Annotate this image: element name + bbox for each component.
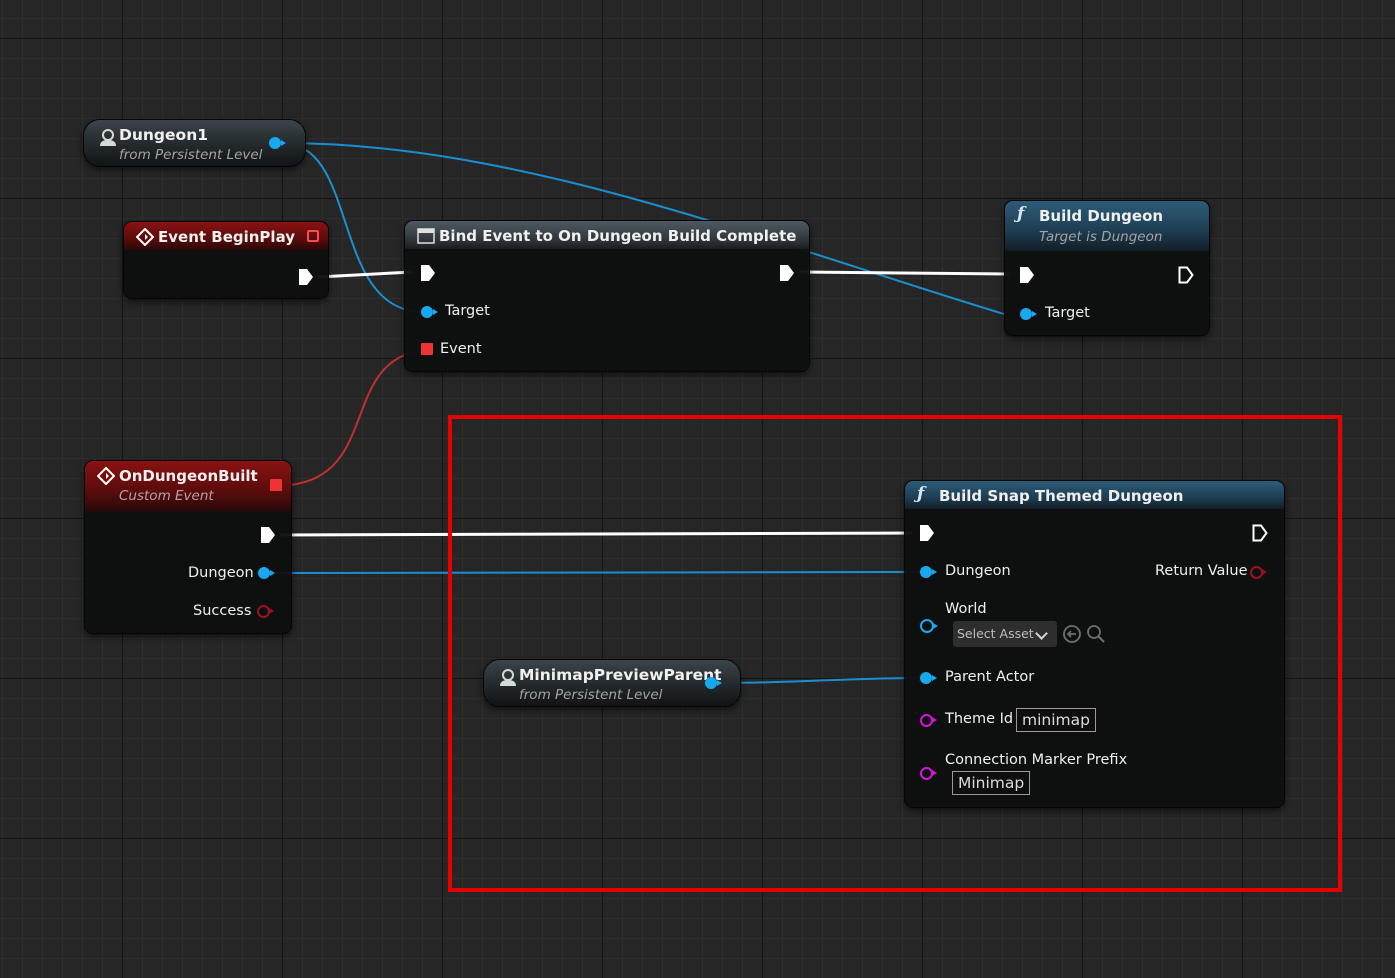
dungeon1-output-pin[interactable] <box>269 137 286 149</box>
beginplay-title: Event BeginPlay <box>158 228 296 246</box>
ondungeonbuilt-subtitle: Custom Event <box>119 488 214 504</box>
build-snap-return-value-pin[interactable] <box>1250 566 1267 579</box>
ondungeonbuilt-dungeon-pin[interactable] <box>258 567 275 579</box>
bind-event-title: Bind Event to On Dungeon Build Complete <box>439 227 797 245</box>
wire-ondungeonbuilt-exec <box>279 531 913 537</box>
wire-event-delegate <box>289 349 425 486</box>
build-snap-exec-out-pin[interactable] <box>1252 524 1268 542</box>
build-dungeon-subtitle: Target is Dungeon <box>1039 229 1163 245</box>
build-snap-return-value-label: Return Value <box>1155 563 1248 579</box>
build-snap-theme-id-pin[interactable] <box>920 714 937 727</box>
build-snap-connection-marker-prefix-label: Connection Marker Prefix <box>945 752 1128 768</box>
theme-id-input[interactable]: minimap <box>1016 708 1096 732</box>
ondungeonbuilt-exec-out-pin[interactable] <box>260 526 276 544</box>
ondungeonbuilt-success-label: Success <box>193 603 252 619</box>
build-snap-dungeon-pin[interactable] <box>920 566 937 578</box>
build-dungeon-exec-in-pin[interactable] <box>1019 266 1035 284</box>
build-snap-exec-in-pin[interactable] <box>919 524 935 542</box>
actor-reference-icon <box>100 129 116 146</box>
function-icon: ƒ <box>917 484 925 504</box>
wire-minimap-parent <box>719 677 925 684</box>
build-snap-world-pin[interactable] <box>920 619 938 633</box>
delegate-output-icon[interactable] <box>307 230 319 242</box>
build-snap-connection-marker-prefix-pin[interactable] <box>920 767 937 780</box>
world-select-asset-text: Select Asset <box>957 626 1034 641</box>
ondungeonbuilt-dungeon-label: Dungeon <box>188 565 254 581</box>
beginplay-exec-out-pin[interactable] <box>298 268 314 286</box>
event-diamond-icon <box>136 228 154 246</box>
build-dungeon-target-label: Target <box>1045 305 1090 321</box>
use-selected-asset-icon[interactable] <box>1062 624 1082 644</box>
minimap-parent-output-pin[interactable] <box>705 677 722 689</box>
actor-reference-icon <box>500 669 516 686</box>
minimap-parent-title: MinimapPreviewParent <box>519 666 722 684</box>
build-dungeon-target-pin[interactable] <box>1020 308 1037 320</box>
chevron-down-icon <box>1035 627 1048 640</box>
ondungeonbuilt-title: OnDungeonBuilt <box>119 467 258 485</box>
dungeon1-subtitle: from Persistent Level <box>119 147 263 163</box>
browse-asset-search-icon[interactable] <box>1086 624 1106 644</box>
minimap-preview-parent-node[interactable]: MinimapPreviewParent from Persistent Lev… <box>484 660 740 706</box>
bind-event-icon <box>417 228 435 244</box>
build-snap-title: Build Snap Themed Dungeon <box>939 487 1184 505</box>
ondungeonbuilt-success-pin[interactable] <box>257 605 274 618</box>
build-snap-dungeon-label: Dungeon <box>945 563 1011 579</box>
function-icon: ƒ <box>1017 204 1025 224</box>
bind-event-label: Event <box>440 341 482 357</box>
connection-marker-prefix-input[interactable]: Minimap <box>952 771 1031 795</box>
bind-exec-out-pin[interactable] <box>779 264 795 282</box>
build-snap-parent-actor-label: Parent Actor <box>945 669 1035 685</box>
minimap-parent-subtitle: from Persistent Level <box>519 687 663 703</box>
event-beginplay-node[interactable]: Event BeginPlay <box>124 222 328 298</box>
ondungeonbuilt-delegate-pin[interactable] <box>270 479 282 491</box>
bind-target-label: Target <box>445 303 490 319</box>
bind-event-pin[interactable] <box>421 343 433 355</box>
build-snap-theme-id-label: Theme Id <box>945 711 1014 727</box>
build-dungeon-title: Build Dungeon <box>1039 207 1164 225</box>
build-snap-parent-actor-pin[interactable] <box>920 672 937 684</box>
build-snap-world-label: World <box>945 601 987 617</box>
dungeon1-title: Dungeon1 <box>119 126 209 144</box>
bind-exec-in-pin[interactable] <box>420 264 436 282</box>
wire-dungeon-object <box>275 571 925 574</box>
event-diamond-icon <box>97 467 115 485</box>
wire-bind-to-build-exec <box>799 270 1011 276</box>
build-dungeon-exec-out-pin[interactable] <box>1178 266 1194 284</box>
world-select-asset-combo[interactable]: Select Asset <box>953 621 1057 647</box>
bind-target-pin[interactable] <box>421 306 438 318</box>
